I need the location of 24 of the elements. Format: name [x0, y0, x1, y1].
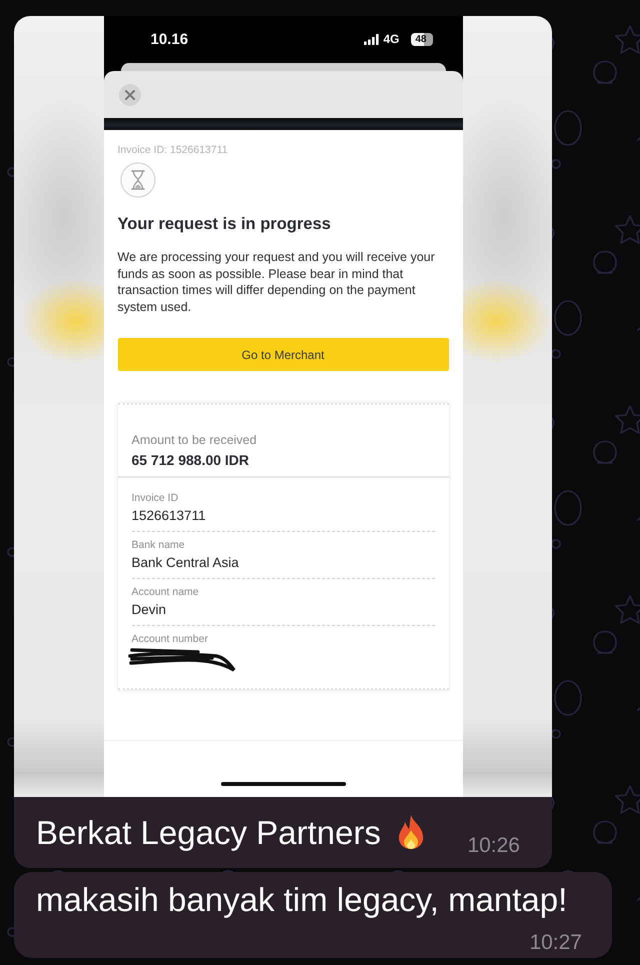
field-value: Bank Central Asia: [132, 554, 240, 572]
field-value: Devin: [132, 601, 168, 619]
signal-icon: [364, 34, 380, 44]
close-button[interactable]: [118, 84, 140, 106]
message-text: Berkat Legacy Partners: [36, 814, 381, 852]
hourglass-icon: [120, 162, 156, 198]
merchant-button[interactable]: Go to Merchant: [118, 338, 448, 371]
status-message: We are processing your request and you will receive your funds as soon as possible. Please bear in mind that transaction times will differ depending on the payment system used.: [118, 249, 436, 315]
message-time: 10:26: [467, 834, 520, 858]
invoice-caption: Invoice ID: 1526613711: [118, 144, 229, 157]
field-label: Invoice ID: [132, 492, 180, 505]
field-value: 1526613711: [132, 507, 207, 525]
network-type: 4G: [383, 32, 400, 46]
status-time: 10.16: [150, 30, 188, 48]
close-icon: [124, 90, 134, 100]
field-label: Bank name: [132, 539, 186, 552]
field-label: Account name: [132, 586, 200, 599]
amount-value: 65 712 988.00 IDR: [132, 451, 250, 469]
amount-label: Amount to be received: [132, 432, 258, 448]
status-title: Your request is in progress: [118, 214, 332, 234]
battery-indicator: 48: [411, 32, 432, 46]
message-time: 10:27: [529, 931, 582, 955]
message-text: makasih banyak tim legacy, mantap!: [36, 881, 568, 919]
field-label: Account number: [132, 633, 209, 646]
